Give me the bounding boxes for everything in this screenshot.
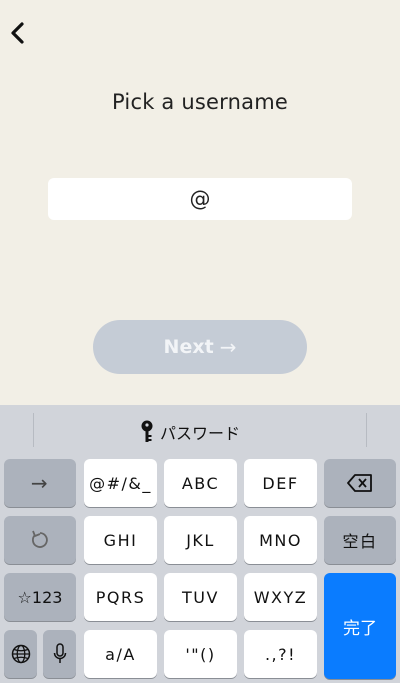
undo-key[interactable] bbox=[4, 516, 76, 564]
globe-icon bbox=[11, 644, 30, 664]
next-char-key[interactable]: → bbox=[4, 459, 76, 507]
key-label: ☆123 bbox=[17, 587, 63, 607]
def-key[interactable]: DEF bbox=[244, 459, 317, 507]
globe-key[interactable] bbox=[4, 630, 37, 678]
key-label: DEF bbox=[262, 473, 299, 493]
quotes-key[interactable]: '"() bbox=[164, 630, 237, 678]
key-label: ABC bbox=[181, 473, 220, 493]
arrow-right-icon: → bbox=[219, 335, 237, 359]
key-label: TUV bbox=[182, 587, 219, 607]
key-label: JKL bbox=[186, 530, 215, 550]
ghi-key[interactable]: GHI bbox=[84, 516, 157, 564]
suggestion-bar: パスワード bbox=[0, 405, 400, 457]
key-label: WXYZ bbox=[253, 587, 308, 607]
password-suggestion-label: パスワード bbox=[160, 424, 241, 443]
microphone-key[interactable] bbox=[43, 630, 76, 678]
key-label: 完了 bbox=[343, 618, 377, 639]
key-label: PQRS bbox=[95, 587, 146, 607]
suggestion-divider bbox=[33, 413, 34, 447]
username-input[interactable] bbox=[48, 178, 352, 220]
numbers-key[interactable]: ☆123 bbox=[4, 573, 76, 621]
wxyz-key[interactable]: WXYZ bbox=[244, 573, 317, 621]
key-label: 空白 bbox=[342, 532, 378, 551]
key-label: '"() bbox=[185, 644, 216, 664]
backspace-icon bbox=[347, 474, 372, 492]
chevron-left-icon bbox=[11, 22, 24, 44]
space-key[interactable]: 空白 bbox=[324, 516, 396, 564]
next-button-label: Next bbox=[163, 336, 214, 358]
tuv-key[interactable]: TUV bbox=[164, 573, 237, 621]
jkl-key[interactable]: JKL bbox=[164, 516, 237, 564]
key-label: @#/&_ bbox=[89, 473, 152, 493]
pqrs-key[interactable]: PQRS bbox=[84, 573, 157, 621]
key-label: MNO bbox=[259, 530, 302, 550]
mno-key[interactable]: MNO bbox=[244, 516, 317, 564]
keyboard: パスワード → @#/&_ ABC DEF GHI JKL MNO 空白 ☆12… bbox=[0, 405, 400, 683]
arrow-right-icon: → bbox=[30, 471, 50, 495]
page-title: Pick a username bbox=[112, 90, 288, 114]
password-suggestion[interactable]: パスワード bbox=[140, 419, 240, 445]
symbols-key[interactable]: @#/&_ bbox=[84, 459, 157, 507]
case-toggle-key[interactable]: a/A bbox=[84, 630, 157, 678]
punctuation-key[interactable]: .,?! bbox=[244, 630, 317, 678]
backspace-key[interactable] bbox=[324, 459, 396, 507]
microphone-icon bbox=[53, 643, 66, 663]
undo-icon bbox=[32, 530, 48, 548]
key-label: GHI bbox=[103, 530, 138, 550]
next-button[interactable]: Next → bbox=[93, 320, 307, 374]
abc-key[interactable]: ABC bbox=[164, 459, 237, 507]
key-label: .,?! bbox=[264, 644, 297, 664]
back-button[interactable] bbox=[6, 18, 30, 48]
done-key[interactable]: 完了 bbox=[324, 573, 396, 679]
suggestion-divider bbox=[366, 413, 367, 447]
key-label: a/A bbox=[105, 644, 136, 664]
key-icon bbox=[141, 420, 153, 442]
